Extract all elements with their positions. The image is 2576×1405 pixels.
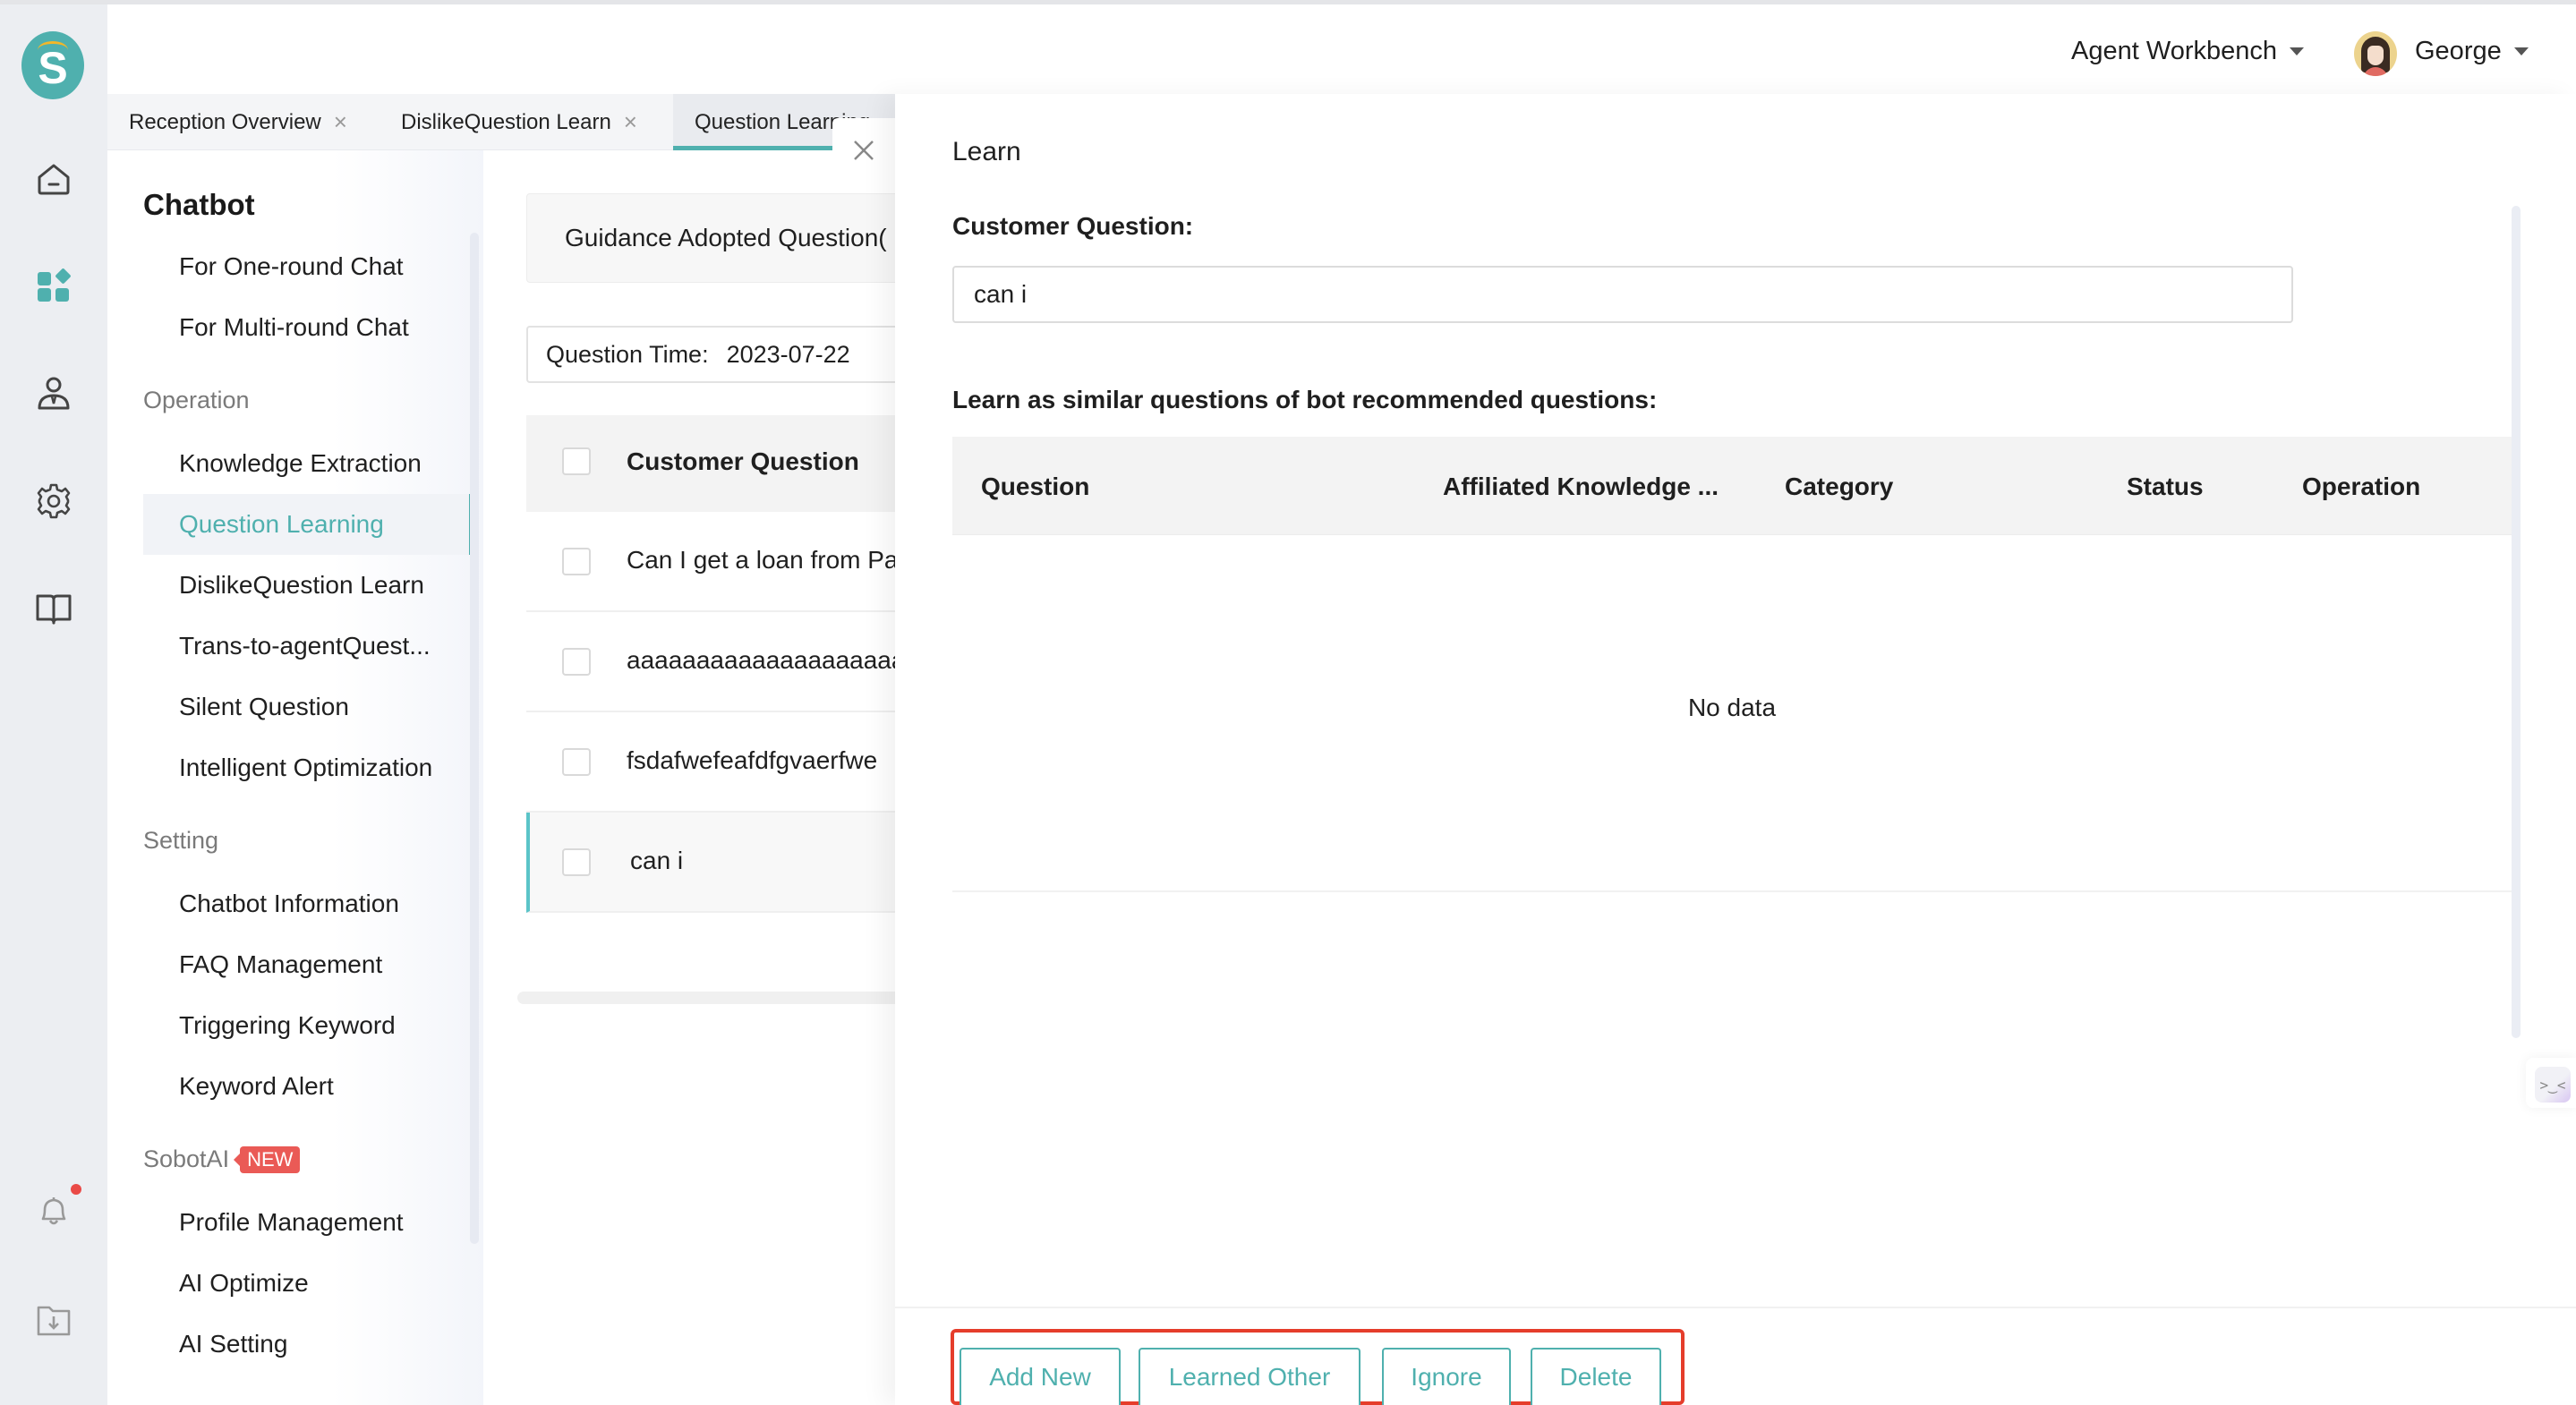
drawer-scrollbar[interactable] <box>2512 206 2521 1038</box>
column-customer-question: Customer Question <box>627 447 859 475</box>
sidebar-title: Chatbot <box>143 188 255 221</box>
table-row[interactable]: fsdafwefeafdfgvaerfwe <box>526 712 895 813</box>
close-icon[interactable]: × <box>624 108 637 136</box>
sidebar-item-ai-setting[interactable]: AI Setting <box>143 1314 473 1375</box>
sidebar-item-triggering-keyword[interactable]: Triggering Keyword <box>143 995 473 1056</box>
notification-dot <box>71 1184 81 1195</box>
workbench-dropdown[interactable]: Agent Workbench <box>2071 37 2304 66</box>
sidebar-item-trans-to-agent[interactable]: Trans-to-agentQuest... <box>143 616 473 677</box>
sidebar-item-intelligent-optimization[interactable]: Intelligent Optimization <box>143 737 473 798</box>
home-icon[interactable] <box>34 159 73 199</box>
sidebar-item-faq-management[interactable]: FAQ Management <box>143 934 473 995</box>
chevron-down-icon <box>2290 47 2304 55</box>
sidebar-item-keyword-alert[interactable]: Keyword Alert <box>143 1056 473 1117</box>
column-affiliated-knowledge: Affiliated Knowledge ... <box>1443 473 1719 500</box>
assistant-widget[interactable]: >‿< <box>2526 1058 2576 1108</box>
row-checkbox[interactable] <box>562 648 591 676</box>
similar-questions-label: Learn as similar questions of bot recomm… <box>952 386 1658 413</box>
filter-value: 2023-07-22 <box>726 340 850 368</box>
row-checkbox[interactable] <box>562 748 591 776</box>
recommended-table-header: Question Affiliated Knowledge ... Catego… <box>952 437 2512 535</box>
customer-question-label: Customer Question: <box>952 212 1194 240</box>
sidebar-group-sobotai: SobotAI NEW <box>143 1145 301 1173</box>
customer-question-input[interactable] <box>952 266 2293 323</box>
download-folder-icon[interactable] <box>34 1300 73 1340</box>
sidebar-item-silent-question[interactable]: Silent Question <box>143 677 473 737</box>
row-checkbox[interactable] <box>562 548 591 575</box>
sidebar-item-dislikequestion-learn[interactable]: DislikeQuestion Learn <box>143 555 473 616</box>
close-icon <box>854 140 874 160</box>
new-badge: NEW <box>234 1145 301 1173</box>
delete-button[interactable]: Delete <box>1531 1348 1661 1405</box>
section-tab[interactable]: Guidance Adopted Question( <box>526 193 895 283</box>
tab-dislikequestion-learn[interactable]: DislikeQuestion Learn × <box>380 94 659 150</box>
add-new-button[interactable]: Add New <box>960 1348 1121 1405</box>
column-question: Question <box>981 473 1090 500</box>
horizontal-scrollbar[interactable] <box>517 992 895 1004</box>
sobot-logo[interactable]: S <box>21 31 84 99</box>
drawer-title: Learn <box>952 137 1021 166</box>
icon-rail: S <box>0 4 107 1405</box>
table-row[interactable]: Can I get a loan from Pa <box>526 512 895 612</box>
tab-label: DislikeQuestion Learn <box>401 109 611 134</box>
ignore-button[interactable]: Ignore <box>1382 1348 1511 1405</box>
chevron-down-icon <box>2513 47 2529 55</box>
table-header: Customer Question <box>526 415 895 512</box>
sidebar-item-one-round-chat[interactable]: For One-round Chat <box>143 236 473 297</box>
sidebar-item-question-learning[interactable]: Question Learning <box>143 494 473 555</box>
column-category: Category <box>1785 473 1894 500</box>
sidebar-item-ai-optimize[interactable]: AI Optimize <box>143 1253 473 1314</box>
column-status: Status <box>2127 473 2204 500</box>
table-row[interactable]: aaaaaaaaaaaaaaaaaaaaaa <box>526 612 895 712</box>
sidebar-item-profile-management[interactable]: Profile Management <box>143 1192 473 1253</box>
sidebar-item-knowledge-extraction[interactable]: Knowledge Extraction <box>143 433 473 494</box>
workbench-label: Agent Workbench <box>2071 37 2277 65</box>
user-menu[interactable]: George <box>2415 37 2529 66</box>
user-name: George <box>2415 37 2502 65</box>
empty-state: No data <box>1687 694 1777 721</box>
avatar[interactable] <box>2354 31 2397 76</box>
assistant-face-icon: >‿< <box>2535 1067 2571 1103</box>
sidebar-scrollbar[interactable] <box>470 233 479 1244</box>
select-all-checkbox[interactable] <box>562 447 591 475</box>
agent-icon[interactable] <box>34 374 73 413</box>
tab-bar: Reception Overview × DislikeQuestion Lea… <box>107 94 897 150</box>
learned-other-button[interactable]: Learned Other <box>1139 1348 1361 1405</box>
question-list-panel: Guidance Adopted Question( Question Time… <box>483 150 895 1405</box>
sidebar-group-setting: Setting <box>143 827 219 854</box>
bell-icon[interactable] <box>34 1190 73 1230</box>
row-checkbox[interactable] <box>562 848 591 876</box>
table-divider <box>952 890 2512 892</box>
sidebar-group-operation: Operation <box>143 387 250 413</box>
table-row-selected[interactable]: can i <box>526 813 895 913</box>
filter-label: Question Time: <box>546 340 709 368</box>
learn-drawer: Learn Customer Question: Learn as simila… <box>895 94 2576 1405</box>
column-operation: Operation <box>2302 473 2421 500</box>
top-header: Agent Workbench George <box>107 4 2576 94</box>
tab-reception-overview[interactable]: Reception Overview × <box>107 94 369 150</box>
secondary-sidebar: Chatbot For One-round Chat For Multi-rou… <box>107 150 483 1405</box>
drawer-close-button[interactable] <box>832 118 895 183</box>
apps-icon[interactable] <box>34 267 73 306</box>
sidebar-item-multi-round-chat[interactable]: For Multi-round Chat <box>143 297 473 358</box>
question-time-filter[interactable]: Question Time: 2023-07-22 <box>526 326 895 383</box>
book-icon[interactable] <box>34 589 73 628</box>
close-icon[interactable]: × <box>334 108 347 136</box>
sidebar-item-chatbot-information[interactable]: Chatbot Information <box>143 873 473 934</box>
settings-icon[interactable] <box>34 481 73 521</box>
tab-label: Reception Overview <box>129 109 321 134</box>
